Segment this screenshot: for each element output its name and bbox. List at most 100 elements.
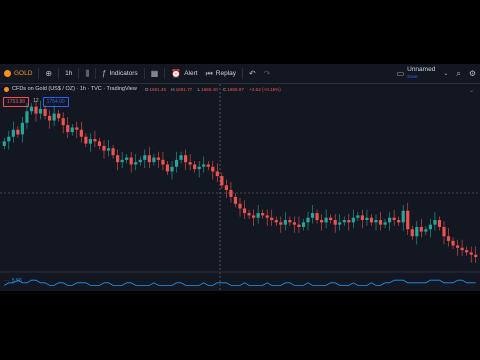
candle-body — [38, 108, 43, 114]
candle-body — [306, 217, 310, 223]
candle-body — [106, 148, 111, 151]
candle-body — [215, 171, 219, 177]
candle-body — [442, 226, 446, 237]
candle-body — [428, 224, 432, 230]
candle-body — [360, 215, 364, 221]
candle-body — [66, 125, 70, 133]
indicator-line — [4, 279, 476, 286]
candle-body — [206, 164, 210, 167]
candle-body — [84, 136, 88, 144]
candle-body — [301, 222, 306, 227]
candle-body — [392, 217, 396, 221]
candle-body — [93, 139, 97, 142]
candle-body — [193, 164, 197, 170]
candle-body — [34, 106, 38, 114]
candle-body — [320, 220, 324, 223]
candle-body — [456, 245, 460, 248]
candle-body — [147, 155, 151, 163]
candle-body — [88, 139, 92, 144]
candle-body — [229, 189, 233, 197]
candle-body — [292, 222, 296, 225]
candle-body — [324, 217, 328, 223]
candle-body — [424, 229, 428, 232]
candle-body — [397, 220, 401, 223]
candle-body — [11, 129, 15, 137]
candle-body — [283, 220, 287, 225]
tradingview-app: GOLD ⊕ 1h ⫼ ƒ Indicators ▦ ⏰ Alert ⏮ Rep — [0, 64, 480, 291]
candle-body — [202, 164, 206, 167]
candle-body — [111, 148, 115, 156]
candle-body — [233, 196, 238, 204]
candle-body — [274, 220, 278, 223]
candle-body — [179, 155, 183, 160]
candle-body — [184, 155, 188, 163]
candle-body — [451, 240, 455, 246]
candle-body — [102, 145, 106, 151]
candle-body — [79, 129, 83, 137]
candle-body — [401, 210, 405, 223]
candle-body — [2, 141, 6, 146]
candle-body — [338, 222, 342, 225]
candle-body — [25, 111, 29, 123]
candle-body — [474, 254, 478, 258]
candle-body — [365, 217, 369, 221]
candle-body — [16, 129, 20, 135]
candle-body — [97, 141, 102, 146]
candle-body — [238, 203, 242, 209]
candle-body — [437, 220, 442, 227]
candle-body — [329, 217, 333, 221]
candle-body — [70, 127, 74, 133]
candle-body — [247, 213, 251, 216]
indicator-legend: ⋯ 5.56 — [4, 277, 22, 285]
candle-body — [279, 222, 283, 225]
candle-body — [378, 220, 383, 225]
candle-body — [125, 157, 129, 160]
candle-body — [252, 215, 256, 218]
candle-body — [161, 159, 165, 165]
candle-body — [120, 159, 124, 163]
candle-body — [383, 222, 387, 225]
candle-body — [220, 176, 224, 186]
candle-body — [152, 157, 156, 163]
candle-body — [57, 113, 61, 119]
candle-body — [446, 236, 451, 241]
price-chart[interactable] — [0, 64, 480, 291]
candle-body — [129, 157, 133, 165]
indicator-value: 5.56 — [12, 278, 22, 284]
candle-body — [116, 155, 120, 163]
candle-body — [270, 217, 274, 221]
candle-body — [465, 250, 469, 253]
candle-body — [211, 166, 215, 172]
candle-body — [369, 217, 374, 223]
candle-body — [7, 136, 11, 142]
candle-body — [469, 252, 473, 255]
candle-body — [351, 217, 355, 223]
candle-body — [261, 213, 265, 216]
candle-body — [165, 164, 170, 172]
candle-body — [315, 213, 319, 221]
candle-body — [433, 220, 437, 225]
candle-body — [388, 217, 392, 223]
indicator-settings-icon[interactable]: ⋯ — [4, 277, 9, 285]
candle-body — [170, 166, 174, 172]
candle-body — [134, 162, 138, 165]
candle-body — [410, 229, 414, 237]
candle-body — [138, 159, 142, 163]
candle-body — [20, 122, 24, 135]
candle-body — [356, 215, 360, 218]
candle-body — [256, 213, 260, 218]
candle-body — [415, 226, 419, 237]
candle-body — [29, 106, 34, 112]
candle-body — [265, 215, 269, 218]
candle-body — [43, 108, 47, 116]
candle-body — [52, 113, 56, 121]
candle-body — [48, 115, 52, 121]
candle-body — [297, 224, 301, 227]
candle-body — [406, 210, 410, 230]
candle-body — [419, 226, 423, 232]
candle-body — [174, 159, 179, 167]
candle-body — [224, 185, 228, 190]
candle-body — [288, 220, 292, 223]
candle-body — [342, 220, 346, 223]
candle-body — [310, 213, 315, 218]
